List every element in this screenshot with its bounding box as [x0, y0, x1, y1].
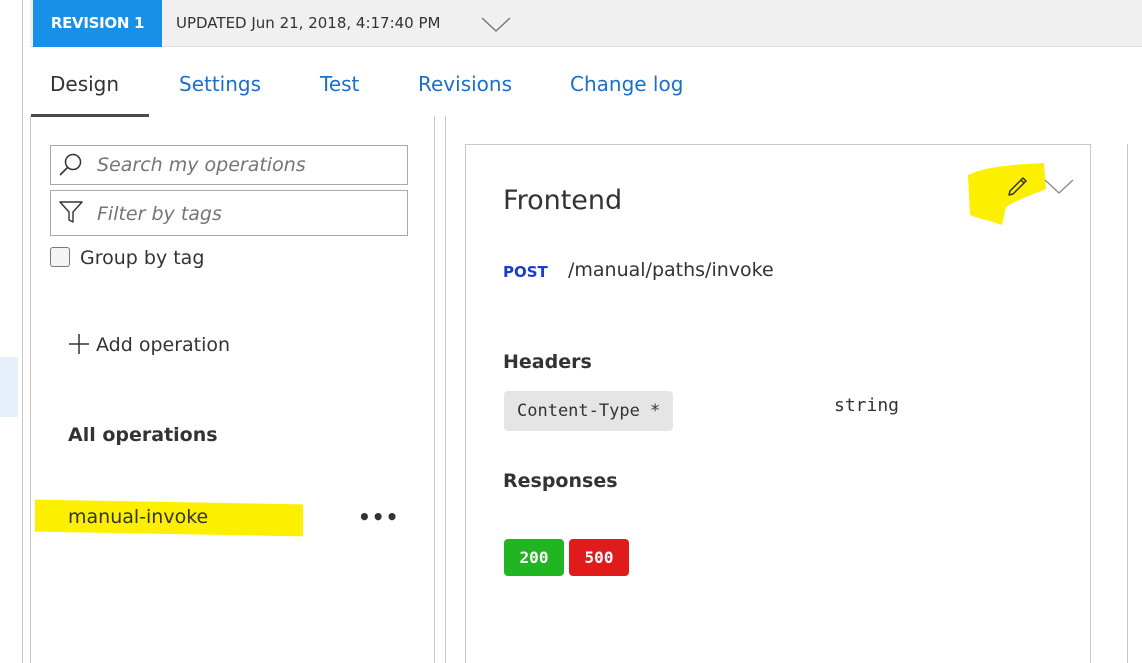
tab-change-log[interactable]: Change log [570, 72, 683, 96]
search-operations-input[interactable] [97, 154, 397, 176]
http-method-badge: POST [503, 263, 548, 281]
add-operation-label: Add operation [96, 334, 231, 356]
header-name-chip: Content-Type * [504, 391, 674, 431]
revision-bar: REVISION 1 UPDATED Jun 21, 2018, 4:17:40… [30, 0, 1142, 47]
group-by-tag-label: Group by tag [80, 247, 205, 269]
revision-badge: REVISION 1 [33, 0, 162, 47]
chevron-down-icon[interactable] [1044, 179, 1074, 195]
backend-card-edge [1127, 144, 1142, 663]
outer-left-border [22, 0, 23, 663]
frontend-card: Frontend POST /manual/paths/invoke Heade… [465, 144, 1091, 663]
plus-icon [69, 334, 89, 354]
outer-selected-indicator [0, 357, 18, 417]
api-operations-designer: REVISION 1 UPDATED Jun 21, 2018, 4:17:40… [0, 0, 1142, 663]
tab-revisions[interactable]: Revisions [418, 72, 512, 96]
tab-design[interactable]: Design [50, 72, 119, 96]
operation-item-manual-invoke[interactable]: manual-invoke [68, 506, 208, 528]
filter-icon [59, 201, 83, 223]
group-by-tag-toggle[interactable]: Group by tag [50, 247, 204, 269]
endpoint-path: /manual/paths/invoke [568, 259, 774, 281]
response-500-badge[interactable]: 500 [569, 539, 629, 576]
filter-tags-box[interactable] [50, 190, 408, 236]
pane-splitter[interactable] [434, 116, 446, 663]
add-operation-button[interactable]: Add operation [68, 333, 230, 356]
group-by-tag-checkbox[interactable] [50, 247, 70, 267]
frontend-title: Frontend [503, 185, 623, 216]
header-type: string [834, 395, 900, 416]
pencil-icon[interactable] [1004, 171, 1032, 199]
tab-settings[interactable]: Settings [179, 72, 261, 96]
responses-heading: Responses [503, 470, 618, 492]
revision-updated-text: UPDATED Jun 21, 2018, 4:17:40 PM [176, 14, 441, 32]
all-operations-heading[interactable]: All operations [68, 424, 218, 446]
revision-chevron-down-icon[interactable] [481, 16, 511, 34]
filter-tags-input[interactable] [97, 203, 397, 225]
operations-pane-border [30, 116, 31, 663]
operation-more-button[interactable]: ••• [358, 505, 399, 529]
search-operations-box[interactable] [50, 145, 408, 185]
tab-bar: Design Settings Test Revisions Change lo… [30, 48, 1142, 117]
search-icon [59, 153, 82, 176]
active-tab-underline [31, 114, 149, 117]
headers-heading: Headers [503, 351, 592, 373]
tab-test[interactable]: Test [320, 72, 359, 96]
response-200-badge[interactable]: 200 [504, 539, 564, 576]
